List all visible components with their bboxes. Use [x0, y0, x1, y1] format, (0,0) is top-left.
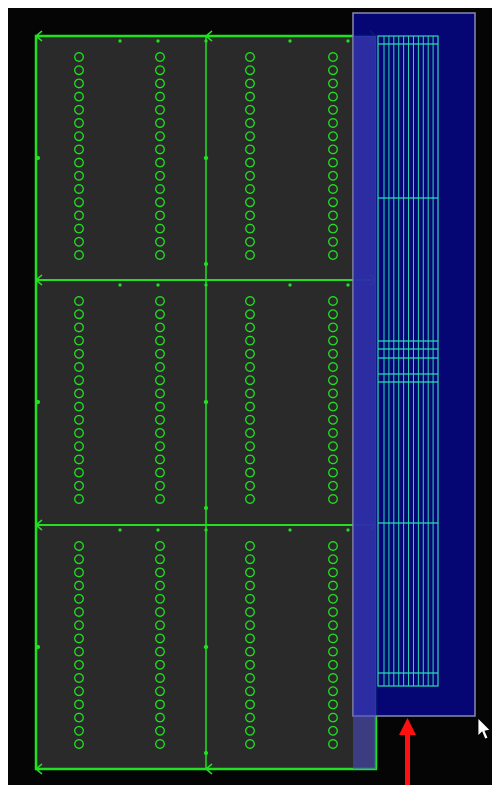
fiducial-dot [288, 283, 292, 287]
fiducial-dot [204, 528, 208, 532]
overlay-board-intersection [353, 36, 376, 769]
fiducial-dot [36, 156, 40, 160]
pcb-board[interactable] [34, 30, 378, 775]
cad-canvas[interactable] [8, 8, 492, 785]
screenshot-frame [0, 0, 492, 785]
fiducial-dot [204, 39, 208, 43]
fiducial-dot [204, 283, 208, 287]
fiducial-dot [288, 39, 292, 43]
fiducial-dot [203, 399, 209, 405]
fiducial-dot [36, 400, 40, 404]
fiducial-dot [203, 155, 209, 161]
fiducial-dot [204, 751, 208, 755]
fiducial-dot [346, 528, 350, 532]
fiducial-dot [346, 39, 350, 43]
fiducial-dot [288, 528, 292, 532]
fiducial-dot [118, 39, 122, 43]
fiducial-dot [156, 528, 160, 532]
fiducial-dot [203, 644, 209, 650]
fiducial-dot [346, 283, 350, 287]
fiducial-dot [204, 262, 208, 266]
fiducial-dot [118, 283, 122, 287]
selection-highlight[interactable] [352, 12, 476, 769]
cad-viewport[interactable] [8, 8, 492, 785]
fiducial-dot [156, 283, 160, 287]
fiducial-dot [36, 645, 40, 649]
fiducial-dot [156, 39, 160, 43]
fiducial-dot [118, 528, 122, 532]
fiducial-dot [204, 506, 208, 510]
arrow-shaft [405, 732, 410, 785]
